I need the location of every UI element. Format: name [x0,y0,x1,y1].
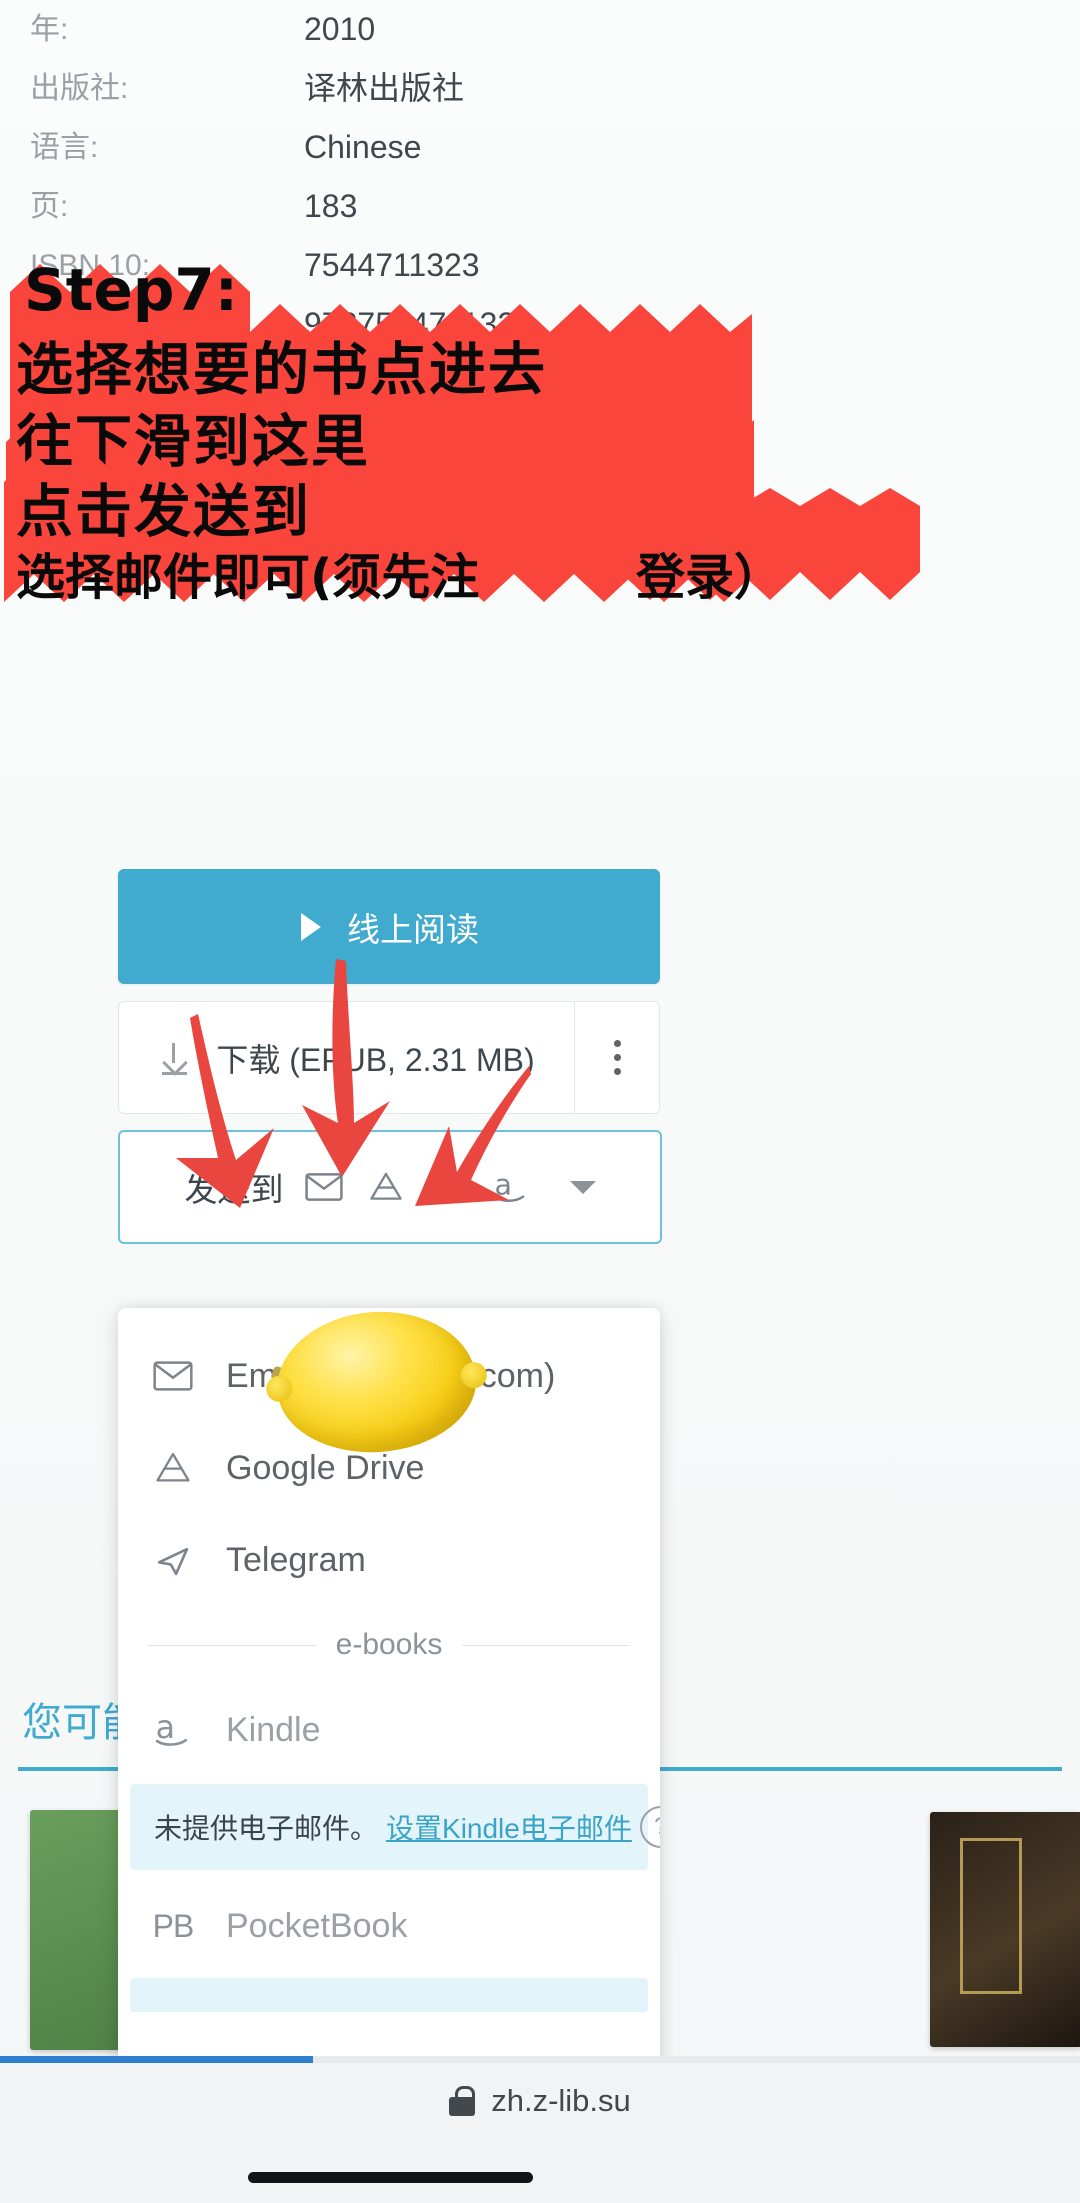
dropdown-notice-stub [130,1978,648,2012]
meta-key: ISBN 10: [30,249,151,282]
telegram-icon [150,1539,196,1581]
meta-value: 译林出版社 [304,70,465,106]
dropdown-item-label: Telegram [226,1540,366,1579]
dropdown-item-pocketbook[interactable]: PB PocketBook [118,1880,660,1972]
annotation-arrow [405,1060,535,1230]
page-root: 年: 2010 出版社: 译林出版社 语言: Chinese 页: 183 IS… [0,0,1080,2203]
kebab-menu-icon [613,1040,621,1075]
mail-icon [150,1355,196,1397]
divider-line [462,1644,631,1646]
related-book-cover[interactable] [930,1812,1080,2047]
lock-icon [449,2086,476,2116]
table-row: 年: 2010 [0,0,1080,59]
table-row: 出版社: 译林出版社 [0,59,1080,118]
divider-line [148,1644,316,1646]
meta-key: 页: [30,190,69,223]
meta-value: 2010 [304,11,376,47]
help-icon[interactable]: ? [639,1806,660,1848]
table-row: 语言: Chinese [0,118,1080,177]
annotation-line-4: 点击发送到 [16,479,311,545]
meta-value: EPUB, 2.31 MB [304,365,529,401]
read-online-label: 线上阅读 [347,910,479,948]
cid-separator: , [359,462,368,498]
url-bar[interactable]: zh.z-lib.su [0,2083,1080,2119]
kindle-email-notice: 未提供电子邮件。 设置Kindle电子邮件 ? [130,1784,660,1870]
annotation-arrow [290,955,400,1185]
url-text: zh.z-lib.su [491,2083,631,2118]
pocketbook-icon: PB [152,1907,195,1944]
meta-value: Chinese [304,129,422,165]
amazon-icon: a [150,1709,196,1751]
meta-key: 年: [30,13,69,46]
google-drive-icon [150,1447,196,1489]
meta-key: 出版社: [30,72,129,105]
download-more-button[interactable] [574,1001,660,1114]
annotation-line-5-tail: 登录） [636,549,784,606]
meta-value: 7544711323 [304,247,480,283]
meta-key: 文件: [30,367,99,400]
cid-link[interactable]: CID [304,462,359,498]
home-indicator[interactable] [248,2172,533,2183]
table-row: ISBN 10: 7544711323 [0,236,1080,295]
dropdown-section-ebooks: e-books [118,1606,660,1684]
page-load-progress-fill [0,2056,314,2063]
table-row: 文件: EPUB, 2.31 MB [0,354,1080,413]
dropdown-item-label: PocketBook [226,1906,408,1945]
table-row: ISBN 13: 9787544711326 [0,295,1080,354]
dropdown-item-telegram[interactable]: Telegram [118,1514,660,1606]
dropdown-item-kindle[interactable]: a Kindle [118,1684,660,1776]
dropdown-section-label: e-books [335,1628,443,1661]
table-row: 页: 183 [0,177,1080,236]
annotation-arrow [170,1008,290,1218]
dropdown-item-label: Kindle [226,1710,321,1749]
annotation-line-5: 选择邮件即可(须先注 [16,549,480,606]
book-metadata-table: 年: 2010 出版社: 译林出版社 语言: Chinese 页: 183 IS… [0,0,1080,413]
meta-value: 183 [304,188,358,224]
cid-blake2b-link[interactable]: CID Blake2b [377,462,557,498]
meta-key: 语言: [30,131,99,164]
cid-links: CID, CID Blake2b [304,462,557,499]
play-icon [299,912,325,941]
meta-value: 9787544711326 [304,306,533,342]
chevron-down-icon[interactable] [569,1180,596,1194]
kindle-notice-text: 未提供电子邮件。 [154,1813,379,1844]
dropdown-item-label: Google Drive [226,1448,425,1487]
meta-key: ISBN 13: [30,308,151,341]
setup-kindle-email-link[interactable]: 设置Kindle电子邮件 [386,1807,632,1847]
